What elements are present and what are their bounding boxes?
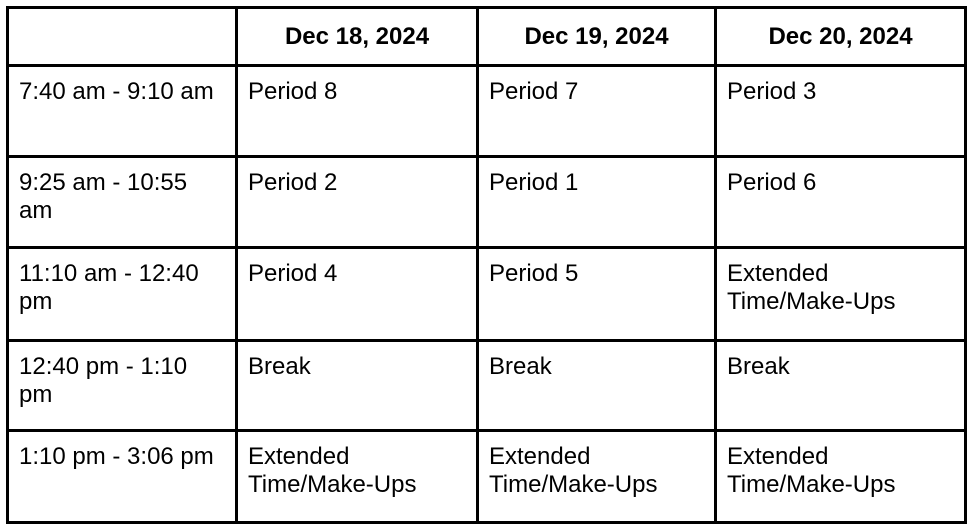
schedule-cell: Break [714,339,967,432]
header-cell-date: Dec 19, 2024 [476,6,717,67]
table-row: 12:40 pm - 1:10 pm Break Break Break [6,339,967,432]
schedule-cell: Extended Time/Make-Ups [714,429,967,524]
schedule-cell: Period 8 [235,64,479,158]
schedule-cell: Break [476,339,717,432]
schedule-cell: Period 5 [476,246,717,342]
table-row: 11:10 am - 12:40 pm Period 4 Period 5 Ex… [6,246,967,342]
schedule-cell: Period 7 [476,64,717,158]
schedule-cell: Extended Time/Make-Ups [235,429,479,524]
schedule-cell: Break [235,339,479,432]
time-slot-cell: 7:40 am - 9:10 am [6,64,238,158]
time-slot-cell: 1:10 pm - 3:06 pm [6,429,238,524]
schedule-cell: Period 2 [235,155,479,249]
schedule-cell: Extended Time/Make-Ups [476,429,717,524]
table-row: 9:25 am - 10:55 am Period 2 Period 1 Per… [6,155,967,249]
exam-schedule-table: Dec 18, 2024 Dec 19, 2024 Dec 20, 2024 7… [6,6,967,524]
table-row: 1:10 pm - 3:06 pm Extended Time/Make-Ups… [6,429,967,524]
header-cell-date: Dec 20, 2024 [714,6,967,67]
header-cell-time [6,6,238,67]
schedule-cell: Extended Time/Make-Ups [714,246,967,342]
schedule-cell: Period 3 [714,64,967,158]
header-cell-date: Dec 18, 2024 [235,6,479,67]
header-row: Dec 18, 2024 Dec 19, 2024 Dec 20, 2024 [6,6,967,67]
schedule-cell: Period 1 [476,155,717,249]
schedule-cell: Period 6 [714,155,967,249]
schedule-cell: Period 4 [235,246,479,342]
time-slot-cell: 9:25 am - 10:55 am [6,155,238,249]
time-slot-cell: 11:10 am - 12:40 pm [6,246,238,342]
time-slot-cell: 12:40 pm - 1:10 pm [6,339,238,432]
table-row: 7:40 am - 9:10 am Period 8 Period 7 Peri… [6,64,967,158]
